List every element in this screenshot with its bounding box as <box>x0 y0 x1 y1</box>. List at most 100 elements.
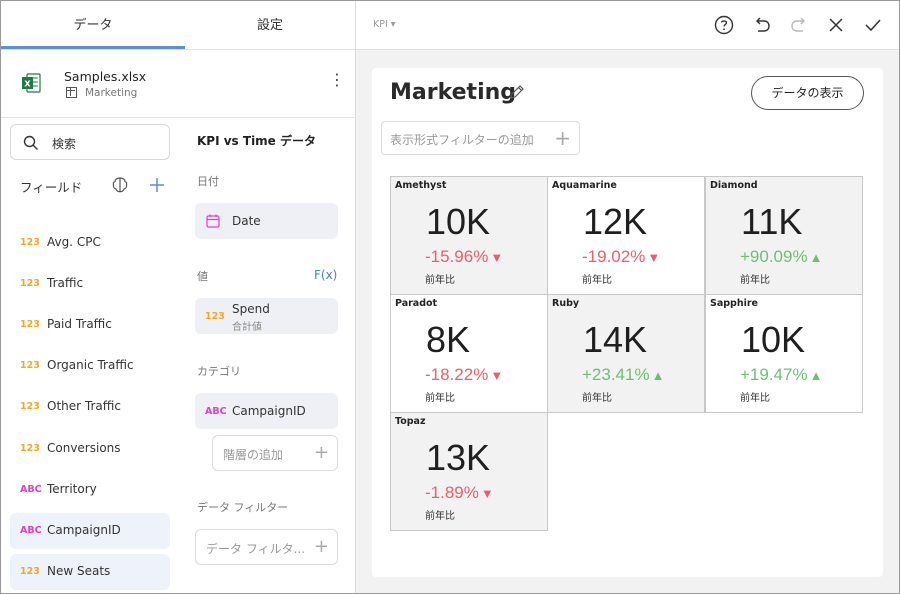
kpi-name: Topaz <box>395 416 426 427</box>
kpi-change: +90.09% ▲ <box>740 247 823 266</box>
value-field-pill[interactable]: 123 Spend 合計値 <box>195 298 338 334</box>
date-field-name: Date <box>232 214 261 228</box>
kpi-change: -19.02% ▼ <box>582 247 661 266</box>
field-name: CampaignID <box>47 523 121 537</box>
date-field-pill[interactable]: Date <box>195 203 338 239</box>
kpi-name: Sapphire <box>710 298 759 309</box>
redo-icon[interactable] <box>789 15 809 35</box>
down-arrow-icon: ▼ <box>480 486 494 501</box>
kpi-comparison-label: 前年比 <box>582 393 612 404</box>
category-section-label: カテゴリ <box>197 365 241 378</box>
field-item[interactable]: 123 Paid Traffic <box>10 307 170 343</box>
kpi-change: +23.41% ▲ <box>582 365 665 384</box>
brain-icon[interactable] <box>111 176 129 194</box>
field-name: Territory <box>47 482 97 496</box>
field-item[interactable]: 123 Conversions <box>10 431 170 467</box>
field-item[interactable]: 123 Traffic <box>10 266 170 302</box>
kpi-change: -1.89% ▼ <box>425 483 494 502</box>
kpi-value: 14K <box>583 319 648 360</box>
kpi-comparison-label: 前年比 <box>582 275 612 286</box>
field-item[interactable]: 123 Other Traffic <box>10 389 170 425</box>
file-name: Samples.xlsx <box>64 69 147 84</box>
kpi-value: 8K <box>426 319 471 360</box>
number-type-icon: 123 <box>205 311 225 322</box>
text-type-icon: ABC <box>20 484 42 495</box>
field-search[interactable]: 検索 <box>10 124 170 160</box>
undo-icon[interactable] <box>752 15 772 35</box>
kpi-change: -15.96% ▼ <box>425 247 504 266</box>
number-type-icon: 123 <box>20 566 40 577</box>
kpi-tile[interactable]: Paradot 8K -18.22% ▼ 前年比 <box>390 294 548 413</box>
up-arrow-icon: ▲ <box>809 250 823 265</box>
close-icon[interactable] <box>826 15 846 35</box>
show-data-button[interactable]: データの表示 <box>751 76 864 110</box>
kpi-tile[interactable]: Aquamarine 12K -19.02% ▼ 前年比 <box>547 176 705 295</box>
number-type-icon: 123 <box>20 319 40 330</box>
visualization-panel: KPI ▾ Marketing データの表示 表示形式フィルターの追加 + Am… <box>356 1 899 593</box>
field-name: Other Traffic <box>47 399 121 413</box>
field-item[interactable]: 123 New Seats <box>10 554 170 590</box>
kpi-name: Amethyst <box>395 180 447 191</box>
field-item[interactable]: ABC Territory <box>10 472 170 508</box>
edit-title-icon[interactable] <box>509 84 525 100</box>
field-name: Organic Traffic <box>47 358 134 372</box>
kpi-tile[interactable]: Topaz 13K -1.89% ▼ 前年比 <box>390 412 548 531</box>
excel-icon: X <box>22 73 41 93</box>
field-item[interactable]: 123 Avg. CPC <box>10 225 170 261</box>
field-item[interactable]: ABC CampaignID <box>10 513 170 549</box>
kpi-value: 10K <box>426 201 491 242</box>
text-type-icon: ABC <box>20 525 42 536</box>
date-section-label: 日付 <box>197 175 219 188</box>
kpi-value: 10K <box>741 319 806 360</box>
field-name: Conversions <box>47 441 121 455</box>
viz-type-label: KPI <box>373 19 388 30</box>
editor-toolbar: KPI ▾ <box>356 1 899 50</box>
sheet-name: Marketing <box>85 87 138 99</box>
kpi-comparison-label: 前年比 <box>425 511 455 522</box>
panel-tabs: データ 設定 <box>1 1 356 50</box>
more-options-icon[interactable]: ⋮ <box>329 72 345 88</box>
tab-settings[interactable]: 設定 <box>185 1 355 50</box>
chevron-down-icon: ▾ <box>387 19 396 30</box>
kpi-comparison-label: 前年比 <box>740 393 770 404</box>
kpi-name: Paradot <box>395 298 438 309</box>
confirm-check-icon[interactable] <box>863 15 883 35</box>
sheet-icon <box>66 87 77 98</box>
add-hierarchy-label: 階層の追加 <box>223 448 284 462</box>
app-window: データ 設定 X Samples.xlsx Marketing ⋮ 検索 フィー… <box>0 0 900 594</box>
value-section-label: 値 <box>197 270 208 283</box>
kpi-value: 11K <box>741 201 803 242</box>
search-label: 検索 <box>52 137 77 151</box>
kpi-value: 13K <box>426 437 491 478</box>
kpi-name: Aquamarine <box>552 180 617 191</box>
help-icon[interactable] <box>714 15 734 35</box>
viz-title[interactable]: Marketing <box>390 80 516 105</box>
data-filter-placeholder: データ フィルタ... <box>206 542 306 556</box>
viz-type-dropdown[interactable]: KPI ▾ <box>373 19 396 30</box>
data-filter-box[interactable]: データ フィルタ... + <box>195 529 338 565</box>
fields-header: フィールド <box>20 180 83 195</box>
tab-data[interactable]: データ <box>1 1 185 50</box>
data-source[interactable]: X Samples.xlsx Marketing ⋮ <box>1 50 356 118</box>
search-icon <box>23 135 38 150</box>
viz-filter-box[interactable]: 表示形式フィルターの追加 + <box>381 121 580 155</box>
number-type-icon: 123 <box>20 278 40 289</box>
formula-button[interactable]: F(x) <box>314 268 337 282</box>
svg-text:X: X <box>24 80 31 89</box>
add-field-icon[interactable] <box>149 177 165 193</box>
text-type-icon: ABC <box>205 406 227 417</box>
visualization-card: Marketing データの表示 表示形式フィルターの追加 + Amethyst… <box>372 68 883 577</box>
kpi-name: Diamond <box>710 180 758 191</box>
field-name: Avg. CPC <box>47 235 101 249</box>
kpi-tile[interactable]: Sapphire 10K +19.47% ▲ 前年比 <box>705 294 863 413</box>
kpi-tile[interactable]: Diamond 11K +90.09% ▲ 前年比 <box>705 176 863 295</box>
number-type-icon: 123 <box>20 443 40 454</box>
field-item[interactable]: 123 Organic Traffic <box>10 348 170 384</box>
kpi-change: +19.47% ▲ <box>740 365 823 384</box>
category-field-pill[interactable]: ABC CampaignID <box>195 393 338 429</box>
kpi-tile[interactable]: Ruby 14K +23.41% ▲ 前年比 <box>547 294 705 413</box>
add-hierarchy-box[interactable]: 階層の追加 + <box>212 435 338 471</box>
number-type-icon: 123 <box>20 360 40 371</box>
kpi-tile[interactable]: Amethyst 10K -15.96% ▼ 前年比 <box>390 176 548 295</box>
number-type-icon: 123 <box>20 237 40 248</box>
